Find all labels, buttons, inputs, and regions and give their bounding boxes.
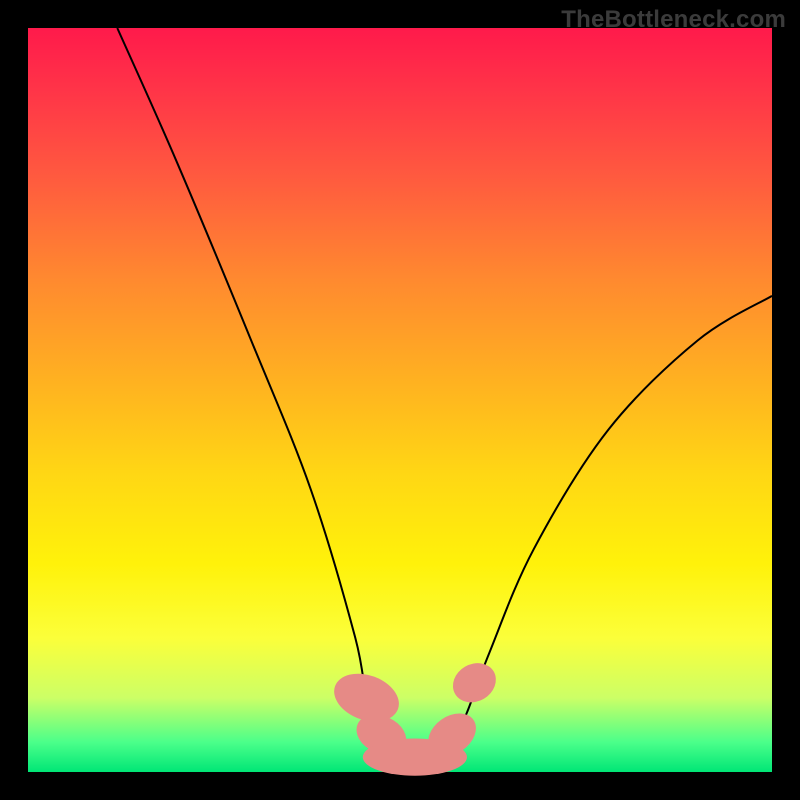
curve-markers xyxy=(327,655,503,775)
chart-frame: TheBottleneck.com xyxy=(0,0,800,800)
curve-marker xyxy=(446,655,503,710)
bottleneck-curve xyxy=(28,28,772,772)
plot-area xyxy=(28,28,772,772)
curve-line xyxy=(117,28,772,761)
